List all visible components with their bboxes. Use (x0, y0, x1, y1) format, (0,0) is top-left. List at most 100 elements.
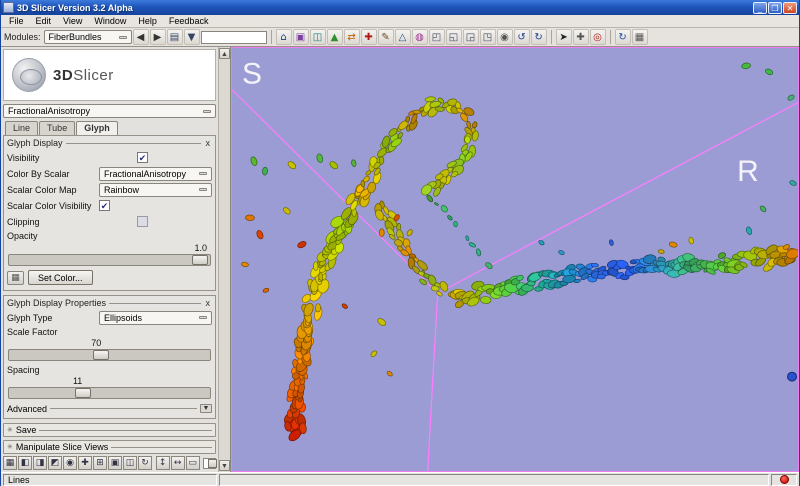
module-history-icon[interactable]: ▤ (167, 29, 183, 45)
toolbar-module-group: ⌂▣◫▲⇄✚✎△◍◰◱◲◳◉↺↻ (276, 29, 547, 45)
models-module-icon[interactable]: ▲ (327, 29, 343, 45)
modules-label: Modules: (4, 32, 41, 42)
toolbar-separator (610, 30, 611, 44)
close-button[interactable]: ✕ (783, 2, 797, 14)
screenshot-icon[interactable]: ◉ (497, 29, 513, 45)
layout-fourup-icon[interactable]: ◱ (446, 29, 462, 45)
view3d-scene: S R (232, 48, 798, 471)
glyph-properties-close-button[interactable]: x (204, 298, 213, 308)
color-by-scalar-dropdown[interactable]: FractionalAnisotropy (99, 167, 212, 181)
slice-fade-handle[interactable] (208, 459, 217, 468)
menu-view[interactable]: View (57, 16, 88, 26)
undo-icon[interactable]: ↺ (514, 29, 530, 45)
slice-view-button-6-icon[interactable]: ⊞ (93, 456, 107, 470)
mouse-transform-icon[interactable]: ➤ (556, 29, 572, 45)
maximize-button[interactable]: ❐ (768, 2, 782, 14)
spacing-slider-handle[interactable] (75, 388, 91, 398)
visibility-checkbox[interactable]: ✔ (137, 152, 148, 163)
toolbar-separator (271, 30, 272, 44)
clipping-checkbox[interactable] (137, 216, 148, 227)
editor-module-icon[interactable]: ✎ (378, 29, 394, 45)
slice-view-button-8-icon[interactable]: ◫ (123, 456, 137, 470)
home-module-icon[interactable]: ⌂ (276, 29, 292, 45)
slice-view-button-7-icon[interactable]: ▣ (108, 456, 122, 470)
opacity-label: Opacity (7, 231, 38, 241)
data-module-icon[interactable]: ▣ (293, 29, 309, 45)
scale-factor-slider[interactable] (8, 349, 211, 361)
menu-window[interactable]: Window (88, 16, 132, 26)
slice-view-button-3-icon[interactable]: ◩ (48, 456, 62, 470)
menu-help[interactable]: Help (132, 16, 163, 26)
opacity-slider-handle[interactable] (192, 255, 208, 265)
orientation-label-superior: S (242, 58, 262, 91)
menu-file[interactable]: File (3, 16, 30, 26)
refresh-view-icon[interactable]: ↻ (615, 29, 631, 45)
opacity-slider[interactable] (8, 254, 211, 266)
slice-view-button-5-icon[interactable]: ✚ (78, 456, 92, 470)
panel-scrollbar[interactable]: ▲ ▼ (218, 47, 231, 472)
tab-tube[interactable]: Tube (39, 121, 75, 135)
advanced-section[interactable]: Advanced ▼ (7, 402, 212, 415)
color-swatch-button[interactable]: ▦ (7, 271, 24, 285)
fiducials-module-icon[interactable]: ✚ (361, 29, 377, 45)
slice-view-button-9-icon[interactable]: ↻ (138, 456, 152, 470)
slice-view-button-0-icon[interactable]: ▦ (3, 456, 17, 470)
orientation-label-right: R (737, 155, 759, 188)
window-level-icon[interactable]: ▦ (632, 29, 648, 45)
module-back-icon[interactable]: ◀ (133, 29, 149, 45)
tab-line[interactable]: Line (5, 121, 38, 135)
scalar-color-visibility-checkbox[interactable]: ✔ (99, 200, 110, 211)
dropdown-indicator-icon (199, 172, 207, 175)
colors-module-icon[interactable]: ◍ (412, 29, 428, 45)
scalar-color-map-dropdown[interactable]: Rainbow (99, 183, 212, 197)
redo-icon[interactable]: ↻ (531, 29, 547, 45)
module-forward-icon[interactable]: ▶ (150, 29, 166, 45)
slice-views-section-header[interactable]: ✳ Manipulate Slice Views (3, 440, 216, 454)
transforms-module-icon[interactable]: ⇄ (344, 29, 360, 45)
scale-factor-slider-handle[interactable] (93, 350, 109, 360)
set-color-button[interactable]: Set Color... (28, 270, 93, 285)
menu-feedback[interactable]: Feedback (163, 16, 215, 26)
slice-view-button-4-icon[interactable]: ◉ (63, 456, 77, 470)
tab-glyph[interactable]: Glyph (76, 121, 118, 135)
advanced-expand-icon[interactable]: ▼ (200, 404, 212, 413)
fiber-bundle-node-value: FractionalAnisotropy (8, 106, 90, 116)
view-axis-widget-icon[interactable] (788, 372, 797, 381)
menu-edit[interactable]: Edit (30, 16, 58, 26)
view3d-viewport[interactable]: S R (231, 47, 799, 472)
opacity-value: 1.0 (194, 243, 207, 253)
glyph-display-close-button[interactable]: x (204, 138, 213, 148)
module-list-icon[interactable]: ▼ (184, 29, 200, 45)
scroll-down-icon[interactable]: ▼ (219, 460, 230, 471)
mouse-place-icon[interactable]: ◎ (590, 29, 606, 45)
glyph-type-dropdown[interactable]: Ellipsoids (99, 311, 212, 325)
save-section-header[interactable]: ✳ Save (3, 423, 216, 437)
slice-fade-slider[interactable] (203, 458, 216, 469)
display-tabs: LineTubeGlyph (5, 121, 216, 135)
fiber-bundle-node-selector[interactable]: FractionalAnisotropy (3, 104, 216, 118)
measurements-module-icon[interactable]: △ (395, 29, 411, 45)
slice-link-button-2-icon[interactable]: ▭ (186, 456, 200, 470)
glyph-properties-title: Glyph Display Properties (7, 298, 106, 308)
error-indicator-icon[interactable] (780, 475, 789, 484)
mouse-pick-icon[interactable]: ✚ (573, 29, 589, 45)
module-selector[interactable]: FiberBundles (44, 30, 132, 44)
slice-view-button-2-icon[interactable]: ◨ (33, 456, 47, 470)
app-icon (3, 2, 14, 13)
layout-slices-icon[interactable]: ◳ (480, 29, 496, 45)
title-bar[interactable]: 3D Slicer Version 3.2 Alpha _ ❐ ✕ (1, 0, 799, 15)
slice-link-button-0-icon[interactable]: ↕ (156, 456, 170, 470)
divider (109, 303, 200, 304)
scale-factor-scale: 70 (8, 338, 211, 362)
slice-view-button-1-icon[interactable]: ◧ (18, 456, 32, 470)
volumes-module-icon[interactable]: ◫ (310, 29, 326, 45)
layout-conventional-icon[interactable]: ◰ (429, 29, 445, 45)
slice-link-button-1-icon[interactable]: ↔ (171, 456, 185, 470)
glyph-display-title: Glyph Display (7, 138, 63, 148)
module-search-input[interactable] (201, 31, 267, 44)
scroll-up-icon[interactable]: ▲ (219, 48, 230, 59)
layout-3d-only-icon[interactable]: ◲ (463, 29, 479, 45)
toolbar-right-group: ↻▦ (615, 29, 648, 45)
minimize-button[interactable]: _ (753, 2, 767, 14)
spacing-slider[interactable] (8, 387, 211, 399)
